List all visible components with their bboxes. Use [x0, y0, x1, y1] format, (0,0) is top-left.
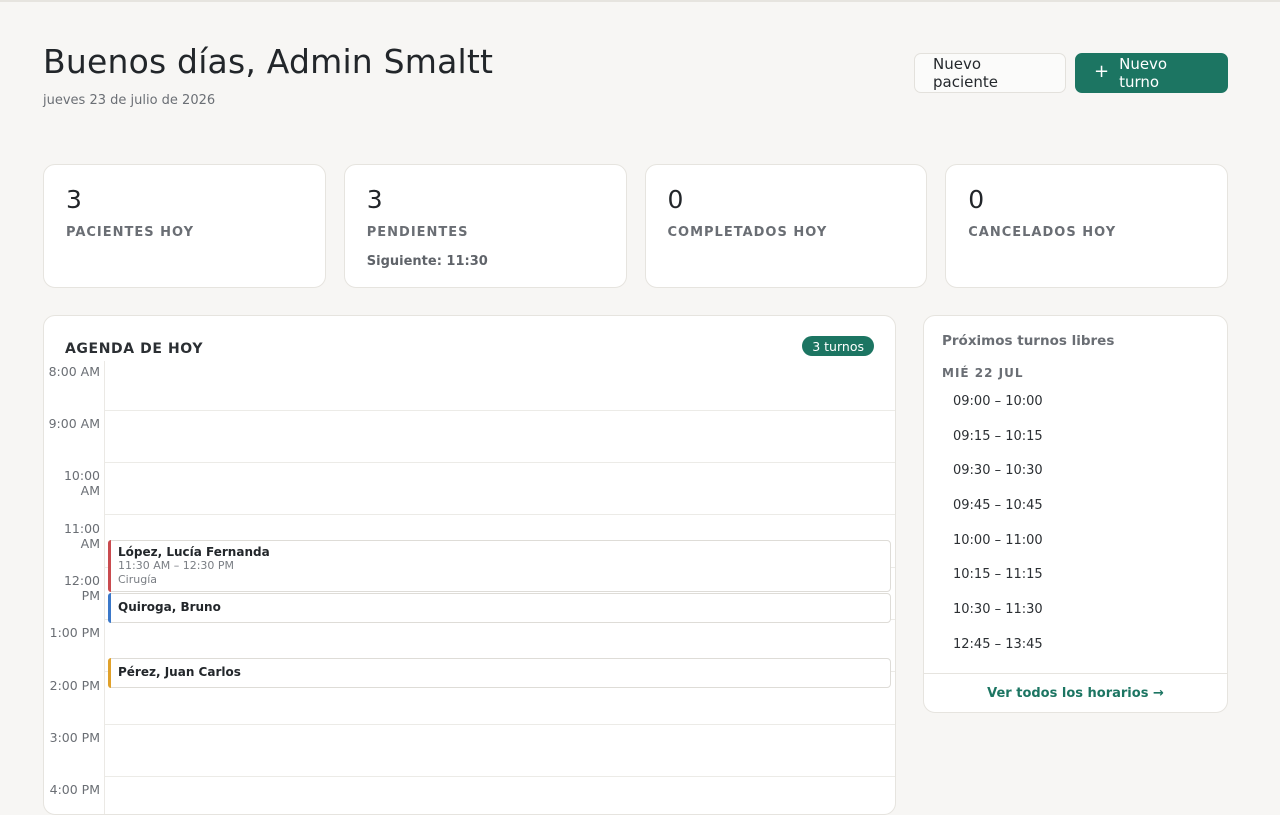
- free-slots-title: Próximos turnos libres: [942, 333, 1115, 349]
- hour-row: 8:00 AM: [44, 363, 895, 415]
- stats-row: 3 PACIENTES HOY 3 PENDIENTES Siguiente: …: [43, 164, 1228, 288]
- stat-label: CANCELADOS HOY: [968, 225, 1117, 240]
- agenda-title: AGENDA DE HOY: [65, 341, 204, 357]
- hour-label: 11:00 AM: [63, 521, 100, 551]
- event-patient-name: Quiroga, Bruno: [118, 600, 221, 614]
- hour-row: 10:00 AM: [44, 467, 895, 519]
- event-color-bar: [108, 540, 111, 592]
- event-color-bar: [108, 593, 111, 623]
- free-slot-item[interactable]: 09:45 – 10:45: [953, 498, 1043, 533]
- hour-label: 2:00 PM: [49, 678, 100, 693]
- free-slot-item[interactable]: 09:15 – 10:15: [953, 429, 1043, 464]
- free-slot-item[interactable]: 10:15 – 11:15: [953, 567, 1043, 602]
- hour-label: 3:00 PM: [49, 730, 100, 745]
- view-all-slots-link[interactable]: Ver todos los horarios →: [987, 686, 1164, 701]
- new-patient-button[interactable]: Nuevo paciente: [914, 53, 1066, 93]
- hour-label: 4:00 PM: [49, 782, 100, 797]
- stat-label: PACIENTES HOY: [66, 225, 195, 240]
- stat-label: COMPLETADOS HOY: [667, 225, 828, 240]
- next-appointment-note: Siguiente: 11:30: [366, 254, 488, 269]
- agenda-timeline[interactable]: 8:00 AM 9:00 AM 10:00 AM 11:00 AM 12:00 …: [44, 361, 895, 814]
- stat-value: 3: [66, 185, 82, 214]
- stat-label: PENDIENTES: [366, 225, 469, 240]
- event-color-bar: [108, 658, 111, 688]
- stat-value: 0: [667, 185, 684, 214]
- new-patient-label: Nuevo paciente: [933, 55, 998, 91]
- stat-card-completed-today: 0 COMPLETADOS HOY: [644, 164, 928, 288]
- top-divider: [0, 0, 1280, 2]
- hour-row: 3:00 PM: [44, 729, 895, 781]
- free-slots-footer: Ver todos los horarios →: [924, 673, 1227, 712]
- free-slot-item[interactable]: 09:00 – 10:00: [953, 394, 1043, 429]
- hour-gridline: [105, 724, 895, 725]
- hour-row: 9:00 AM: [44, 415, 895, 467]
- agenda-header: AGENDA DE HOY 3 turnos: [65, 336, 874, 358]
- hour-gridline: [105, 514, 895, 515]
- appointment-event[interactable]: Pérez, Juan Carlos: [108, 658, 891, 688]
- greeting-block: Buenos días, Admin Smaltt jueves 23 de j…: [43, 42, 493, 108]
- free-slot-item[interactable]: 12:45 – 13:45: [953, 637, 1043, 672]
- free-slots-day: MIÉ 22 JUL: [942, 366, 1024, 380]
- hour-label: 9:00 AM: [48, 416, 100, 431]
- stat-value: 0: [968, 185, 985, 214]
- plus-icon: +: [1094, 61, 1110, 82]
- stat-card-pending: 3 PENDIENTES Siguiente: 11:30: [343, 164, 627, 288]
- hour-label: 8:00 AM: [48, 364, 100, 379]
- event-time: 11:30 AM – 12:30 PM: [118, 559, 235, 572]
- today-agenda-panel: AGENDA DE HOY 3 turnos 8:00 AM 9:00 AM 1…: [43, 315, 896, 815]
- hour-gridline: [105, 776, 895, 777]
- appointment-event[interactable]: Quiroga, Bruno: [108, 593, 891, 623]
- free-slots-panel: Próximos turnos libres MIÉ 22 JUL 09:00 …: [923, 315, 1228, 713]
- page-title: Buenos días, Admin Smaltt: [43, 42, 494, 81]
- hour-label: 10:00 AM: [63, 468, 100, 498]
- appointment-count-badge: 3 turnos: [802, 336, 874, 356]
- hour-label: 1:00 PM: [49, 625, 100, 640]
- new-appointment-label: Nuevo turno: [1119, 55, 1168, 91]
- hour-row: 4:00 PM: [44, 781, 895, 814]
- stat-card-cancelled-today: 0 CANCELADOS HOY: [945, 164, 1228, 288]
- free-slot-item[interactable]: 10:30 – 11:30: [953, 602, 1043, 637]
- hour-label: 12:00 PM: [63, 573, 100, 603]
- event-patient-name: Pérez, Juan Carlos: [118, 665, 241, 679]
- header-actions: Nuevo paciente + Nuevo turno: [914, 53, 1228, 93]
- hour-gridline: [105, 410, 895, 411]
- event-patient-name: López, Lucía Fernanda: [118, 545, 270, 559]
- free-slot-item[interactable]: 10:00 – 11:00: [953, 533, 1043, 568]
- event-type: Cirugía: [118, 573, 158, 586]
- stat-card-patients-today: 3 PACIENTES HOY: [43, 164, 326, 288]
- current-date: jueves 23 de julio de 2026: [43, 93, 216, 108]
- appointment-event[interactable]: López, Lucía Fernanda 11:30 AM – 12:30 P…: [108, 540, 891, 592]
- free-slots-list: 09:00 – 10:00 09:15 – 10:15 09:30 – 10:3…: [953, 394, 1043, 672]
- hour-gridline: [105, 462, 895, 463]
- new-appointment-button[interactable]: + Nuevo turno: [1075, 53, 1228, 93]
- stat-value: 3: [366, 185, 383, 214]
- free-slot-item[interactable]: 09:30 – 10:30: [953, 463, 1043, 498]
